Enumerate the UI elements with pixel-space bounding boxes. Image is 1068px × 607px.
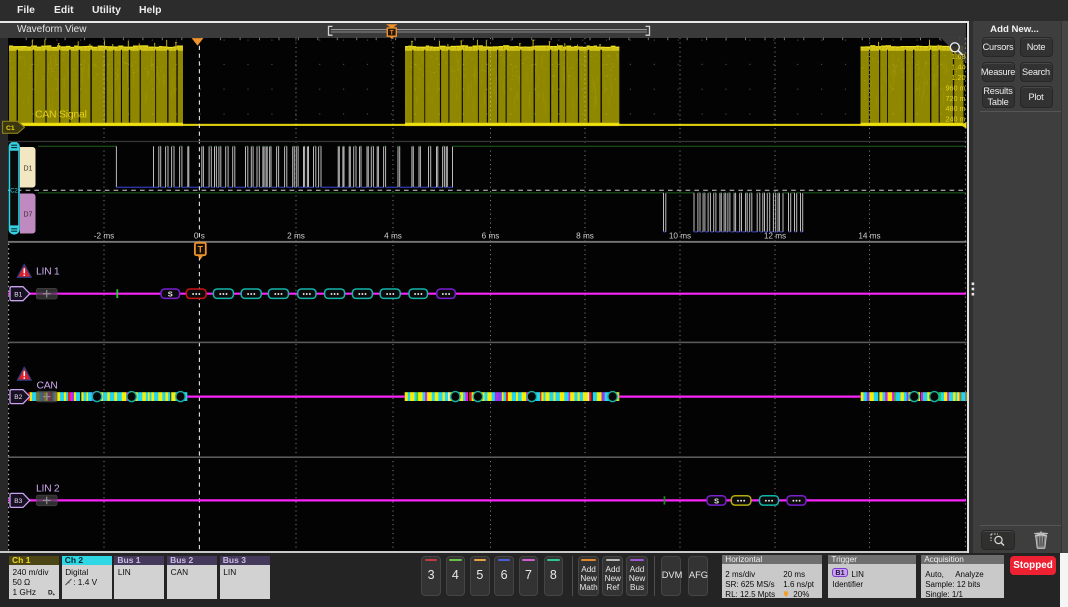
svg-text:LIN 2: LIN 2 [36, 484, 60, 495]
svg-text:10 ms: 10 ms [669, 232, 691, 241]
svg-text:B2: B2 [14, 394, 22, 401]
svg-text:720 m: 720 m [946, 94, 966, 103]
svg-text:B3: B3 [14, 498, 22, 505]
svg-text:B1: B1 [14, 291, 22, 298]
svg-text:14 ms: 14 ms [858, 232, 880, 241]
svg-text:2 ms: 2 ms [287, 232, 305, 241]
svg-text:S: S [714, 496, 719, 505]
svg-text:D7: D7 [24, 212, 33, 219]
svg-text:8 ms: 8 ms [576, 232, 594, 241]
svg-text:C2: C2 [10, 188, 18, 194]
svg-text:CAN Signal: CAN Signal [35, 110, 87, 121]
svg-text:12 ms: 12 ms [764, 232, 786, 241]
svg-text:4 ms: 4 ms [384, 232, 402, 241]
svg-text:-2 ms: -2 ms [94, 232, 114, 241]
svg-text:T: T [198, 245, 204, 255]
svg-text:1.68: 1.68 [952, 52, 966, 61]
svg-text:CAN: CAN [37, 380, 58, 391]
svg-text:1.44: 1.44 [952, 63, 966, 72]
svg-text:0 s: 0 s [194, 232, 205, 241]
svg-text:+: + [53, 592, 56, 596]
svg-text:240 m: 240 m [946, 115, 966, 124]
svg-text:D1: D1 [24, 166, 33, 173]
svg-text:960 m: 960 m [946, 83, 966, 92]
svg-text:1.20: 1.20 [952, 73, 966, 82]
svg-text:6 ms: 6 ms [482, 232, 500, 241]
svg-text:480 m: 480 m [946, 104, 966, 113]
svg-text:S: S [168, 290, 173, 299]
svg-text:LIN 1: LIN 1 [36, 267, 60, 278]
